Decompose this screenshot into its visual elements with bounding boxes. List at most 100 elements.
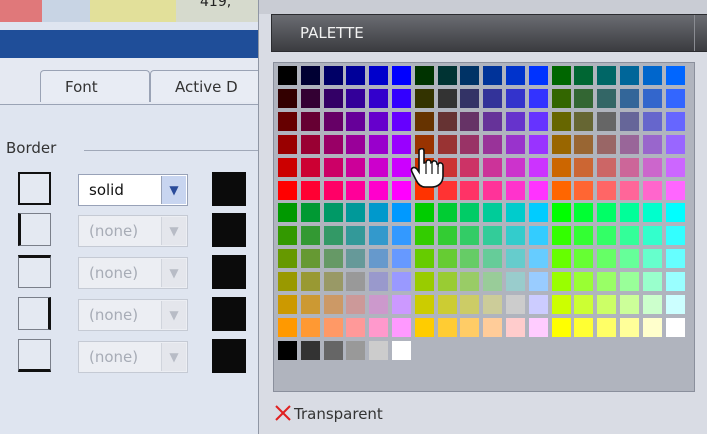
color-cell[interactable] [597,111,617,131]
border-color-swatch-bottom[interactable] [212,339,246,373]
color-cell[interactable] [528,203,548,223]
color-cell[interactable] [300,111,320,131]
color-cell[interactable] [392,157,411,177]
color-cell[interactable] [346,295,366,314]
color-cell[interactable] [483,180,503,200]
color-cell[interactable] [392,272,411,292]
color-cell[interactable] [300,66,320,85]
color-cell[interactable] [460,203,480,223]
color-cell[interactable] [642,295,662,314]
color-cell[interactable] [483,317,503,337]
color-cell[interactable] [506,317,525,337]
color-cell[interactable] [597,317,617,337]
color-cell[interactable] [392,226,411,246]
color-cell[interactable] [665,66,685,85]
chevron-down-icon[interactable]: ▼ [161,343,186,371]
color-cell[interactable] [460,226,480,246]
chevron-down-icon[interactable]: ▼ [161,217,186,245]
tab-font[interactable]: Font [40,70,150,102]
color-cell[interactable] [437,317,457,337]
color-cell[interactable] [323,180,343,200]
color-cell[interactable] [460,88,480,108]
color-cell[interactable] [392,295,411,314]
color-cell[interactable] [346,226,366,246]
color-cell[interactable] [460,180,480,200]
color-cell[interactable] [460,249,480,269]
color-cell[interactable] [483,203,503,223]
red-x-icon[interactable] [274,404,292,422]
color-cell[interactable] [597,203,617,223]
color-cell[interactable] [642,317,662,337]
color-cell[interactable] [278,249,297,269]
color-cell[interactable] [528,66,548,85]
color-cell[interactable] [483,157,503,177]
color-cell[interactable] [346,249,366,269]
color-cell[interactable] [506,295,525,314]
border-style-select-left[interactable]: (none) ▼ [78,215,188,247]
color-cell[interactable] [665,157,685,177]
color-cell[interactable] [346,134,366,154]
color-cell[interactable] [574,295,594,314]
color-cell[interactable] [506,66,525,85]
color-cell[interactable] [346,317,366,337]
color-cell[interactable] [392,317,411,337]
gray-color-cell[interactable] [346,340,366,360]
color-cell[interactable] [506,203,525,223]
color-cell[interactable] [665,134,685,154]
color-cell[interactable] [369,249,389,269]
color-cell[interactable] [437,111,457,131]
color-cell[interactable] [300,317,320,337]
color-cell[interactable] [300,157,320,177]
color-cell[interactable] [528,111,548,131]
gray-color-cell[interactable] [278,340,297,360]
color-cell[interactable] [414,317,434,337]
color-cell[interactable] [278,272,297,292]
chevron-down-icon[interactable]: ▼ [161,176,186,204]
color-cell[interactable] [300,88,320,108]
color-cell[interactable] [323,226,343,246]
color-cell[interactable] [369,134,389,154]
border-right-button[interactable] [18,297,51,330]
color-cell[interactable] [551,134,571,154]
color-cell[interactable] [437,226,457,246]
color-cell[interactable] [528,317,548,337]
color-cell[interactable] [642,180,662,200]
color-cell[interactable] [483,295,503,314]
color-cell[interactable] [460,317,480,337]
color-cell[interactable] [665,249,685,269]
color-cell[interactable] [323,66,343,85]
color-cell[interactable] [346,157,366,177]
color-cell[interactable] [483,249,503,269]
color-cell[interactable] [551,249,571,269]
color-cell[interactable] [278,88,297,108]
color-cell[interactable] [414,249,434,269]
color-cell[interactable] [278,66,297,85]
gray-color-cell[interactable] [369,340,389,360]
color-cell[interactable] [392,249,411,269]
gray-color-cell[interactable] [392,340,411,360]
color-cell[interactable] [369,295,389,314]
color-cell[interactable] [506,272,525,292]
color-cell[interactable] [392,111,411,131]
color-cell[interactable] [278,111,297,131]
color-cell[interactable] [369,180,389,200]
color-cell[interactable] [528,226,548,246]
color-cell[interactable] [369,157,389,177]
color-cell[interactable] [300,295,320,314]
color-cell[interactable] [528,272,548,292]
color-cell[interactable] [437,66,457,85]
color-cell[interactable] [551,272,571,292]
color-cell[interactable] [574,134,594,154]
color-cell[interactable] [460,134,480,154]
color-cell[interactable] [574,157,594,177]
gray-color-cell[interactable] [323,340,343,360]
color-cell[interactable] [574,249,594,269]
color-cell[interactable] [483,134,503,154]
color-cell[interactable] [506,249,525,269]
color-cell[interactable] [323,295,343,314]
color-cell[interactable] [278,203,297,223]
color-cell[interactable] [528,88,548,108]
color-cell[interactable] [300,272,320,292]
color-cell[interactable] [323,317,343,337]
border-color-swatch-top[interactable] [212,255,246,289]
